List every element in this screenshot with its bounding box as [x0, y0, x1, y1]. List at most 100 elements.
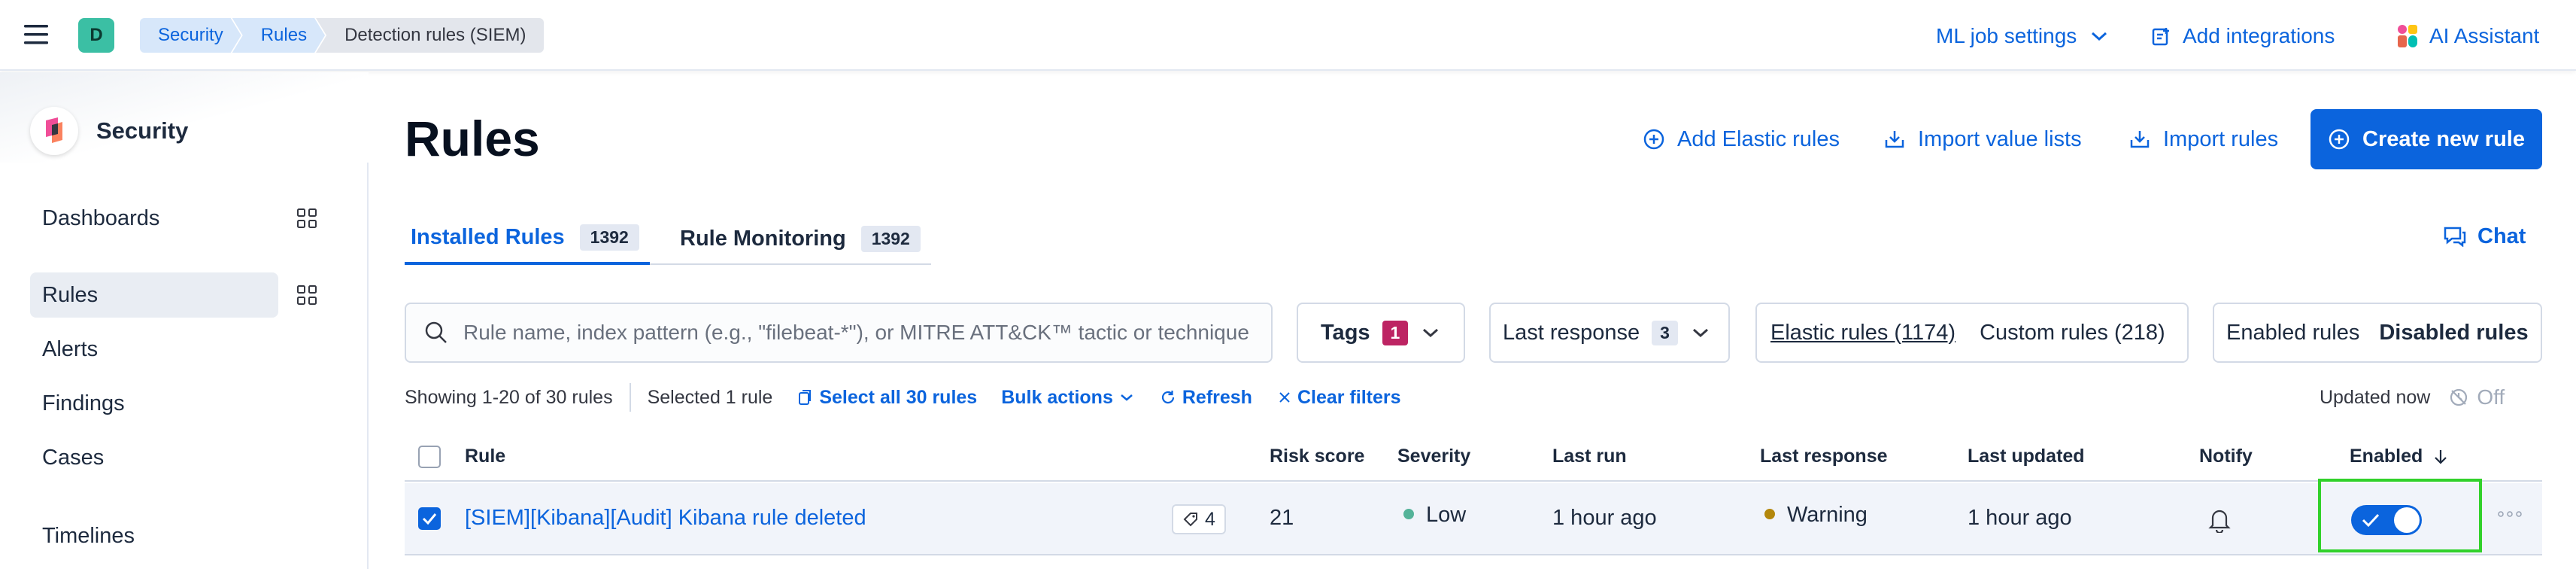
select-all-button[interactable]: Select all 30 rules: [798, 387, 977, 409]
last-response-filter-label: Last response: [1503, 320, 1640, 345]
column-header-severity[interactable]: Severity: [1397, 446, 1470, 467]
auto-refresh-toggle[interactable]: Off: [2448, 385, 2505, 409]
disabled-rules-filter-button[interactable]: Disabled rules: [2379, 321, 2528, 345]
tab-count-badge: 1392: [579, 224, 639, 251]
sidebar-item-label: Dashboards: [42, 205, 160, 230]
last-response-filter[interactable]: Last response 3: [1489, 303, 1730, 363]
ai-assistant-button[interactable]: AI Assistant: [2396, 20, 2539, 53]
severity-dot-icon: [1403, 509, 1414, 520]
breadcrumb-rules[interactable]: Rules: [232, 18, 325, 53]
switch-knob: [2394, 507, 2420, 533]
sidebar-item-label: Alerts: [42, 336, 99, 361]
search-icon: [424, 321, 448, 345]
space-avatar[interactable]: D: [78, 18, 114, 53]
column-header-notify: Notify: [2199, 446, 2253, 467]
sidebar-item-rules[interactable]: Rules: [30, 272, 278, 318]
breadcrumb-security[interactable]: Security: [140, 18, 241, 53]
last-updated-value: 1 hour ago: [1968, 506, 2072, 530]
tab-label: Rule Monitoring: [680, 226, 846, 251]
sort-descending-icon: [2433, 448, 2448, 466]
column-header-last-response[interactable]: Last response: [1760, 446, 1888, 467]
tags-count: 4: [1205, 508, 1215, 530]
ml-job-settings-button[interactable]: ML job settings: [1936, 20, 2108, 53]
last-response-cell: Warning: [1764, 503, 1868, 528]
apps-grid-icon[interactable]: [296, 284, 317, 306]
add-integrations-button[interactable]: Add integrations: [2151, 20, 2335, 53]
plus-circle-icon: [2328, 128, 2350, 151]
showing-count-text: Showing 1-20 of 30 rules: [405, 386, 613, 408]
enabled-rules-filter-button[interactable]: Enabled rules: [2226, 321, 2359, 345]
last-response-count-badge: 3: [1652, 320, 1678, 345]
bulk-actions-label: Bulk actions: [1001, 386, 1113, 408]
search-input[interactable]: [463, 321, 1268, 345]
chevron-down-icon: [1422, 327, 1440, 339]
column-header-risk-score[interactable]: Risk score: [1270, 446, 1364, 467]
chat-button[interactable]: Chat: [2443, 220, 2526, 253]
plus-circle-icon: [1643, 128, 1665, 151]
last-response-value: Warning: [1787, 503, 1868, 527]
add-elastic-rules-button[interactable]: Add Elastic rules: [1643, 120, 1840, 158]
refresh-button[interactable]: Refresh: [1160, 387, 1252, 409]
breadcrumb: Security Rules Detection rules (SIEM): [140, 18, 545, 53]
add-integrations-label: Add integrations: [2183, 24, 2335, 47]
pages-select-icon: [798, 389, 813, 406]
menu-icon[interactable]: [23, 23, 50, 47]
tags-filter[interactable]: Tags 1: [1297, 303, 1465, 363]
elastic-rules-filter-button[interactable]: Elastic rules (1174): [1770, 321, 1956, 345]
custom-rules-filter-button[interactable]: Custom rules (218): [1980, 321, 2165, 345]
import-icon: [1883, 128, 1906, 151]
chat-label: Chat: [2477, 224, 2526, 248]
sidebar-item-dashboards[interactable]: Dashboards: [30, 196, 278, 241]
rules-tabs: Installed Rules 1392 Rule Monitoring 139…: [405, 212, 931, 265]
bulk-actions-button[interactable]: Bulk actions: [1001, 387, 1134, 409]
updated-text: Updated now: [2320, 386, 2431, 408]
warning-dot-icon: [1764, 509, 1775, 520]
check-icon: [2362, 513, 2380, 528]
table-utility-bar: Showing 1-20 of 30 rules Selected 1 rule…: [405, 382, 1401, 412]
tab-rule-monitoring[interactable]: Rule Monitoring 1392: [680, 212, 921, 265]
sidebar-item-alerts[interactable]: Alerts: [30, 327, 278, 372]
column-header-rule[interactable]: Rule: [465, 446, 505, 467]
column-header-last-run[interactable]: Last run: [1552, 446, 1627, 467]
bell-icon[interactable]: [2208, 507, 2231, 533]
rule-enabled-switch[interactable]: [2351, 505, 2422, 535]
ai-assistant-icon: [2396, 23, 2419, 49]
apps-grid-icon[interactable]: [296, 208, 317, 229]
sidebar-item-cases[interactable]: Cases: [30, 435, 278, 480]
create-new-rule-label: Create new rule: [2362, 126, 2525, 151]
tag-icon: [1182, 511, 1199, 528]
divider: [629, 383, 631, 412]
tags-filter-label: Tags: [1321, 320, 1370, 345]
chat-icon: [2443, 226, 2467, 247]
severity-value: Low: [1426, 503, 1467, 527]
sidebar: Security Dashboards Rules Alerts Finding…: [0, 72, 369, 569]
refresh-icon: [1160, 389, 1176, 406]
column-header-last-updated[interactable]: Last updated: [1968, 446, 2085, 467]
clear-filters-label: Clear filters: [1297, 386, 1401, 408]
clear-filters-button[interactable]: Clear filters: [1278, 387, 1401, 409]
sidebar-item-label: Cases: [42, 445, 105, 470]
sidebar-item-findings[interactable]: Findings: [30, 381, 278, 426]
select-all-checkbox[interactable]: [418, 446, 441, 468]
rule-name-link[interactable]: [SIEM][Kibana][Audit] Kibana rule delete…: [465, 506, 866, 531]
import-rules-label: Import rules: [2163, 126, 2279, 151]
tags-badge[interactable]: 4: [1172, 504, 1226, 534]
column-header-enabled[interactable]: Enabled: [2350, 446, 2448, 467]
integrations-icon: [2151, 26, 2172, 47]
import-value-lists-button[interactable]: Import value lists: [1883, 120, 2082, 158]
more-actions-icon[interactable]: [2497, 510, 2523, 518]
column-header-enabled-label: Enabled: [2350, 446, 2423, 467]
sidebar-item-timelines[interactable]: Timelines: [30, 513, 278, 558]
last-run-value: 1 hour ago: [1552, 506, 1657, 530]
select-all-label: Select all 30 rules: [819, 386, 978, 408]
import-rules-button[interactable]: Import rules: [2128, 120, 2278, 158]
row-checkbox[interactable]: [418, 507, 441, 530]
ai-assistant-label: AI Assistant: [2429, 24, 2540, 47]
security-logo-icon: [30, 107, 78, 155]
import-value-lists-label: Import value lists: [1918, 126, 2082, 151]
chevron-down-icon: [2090, 30, 2108, 42]
tab-installed-rules[interactable]: Installed Rules 1392: [405, 212, 650, 265]
table-row: [SIEM][Kibana][Audit] Kibana rule delete…: [405, 479, 2542, 555]
close-icon: [1278, 391, 1291, 404]
create-new-rule-button[interactable]: Create new rule: [2311, 109, 2542, 169]
